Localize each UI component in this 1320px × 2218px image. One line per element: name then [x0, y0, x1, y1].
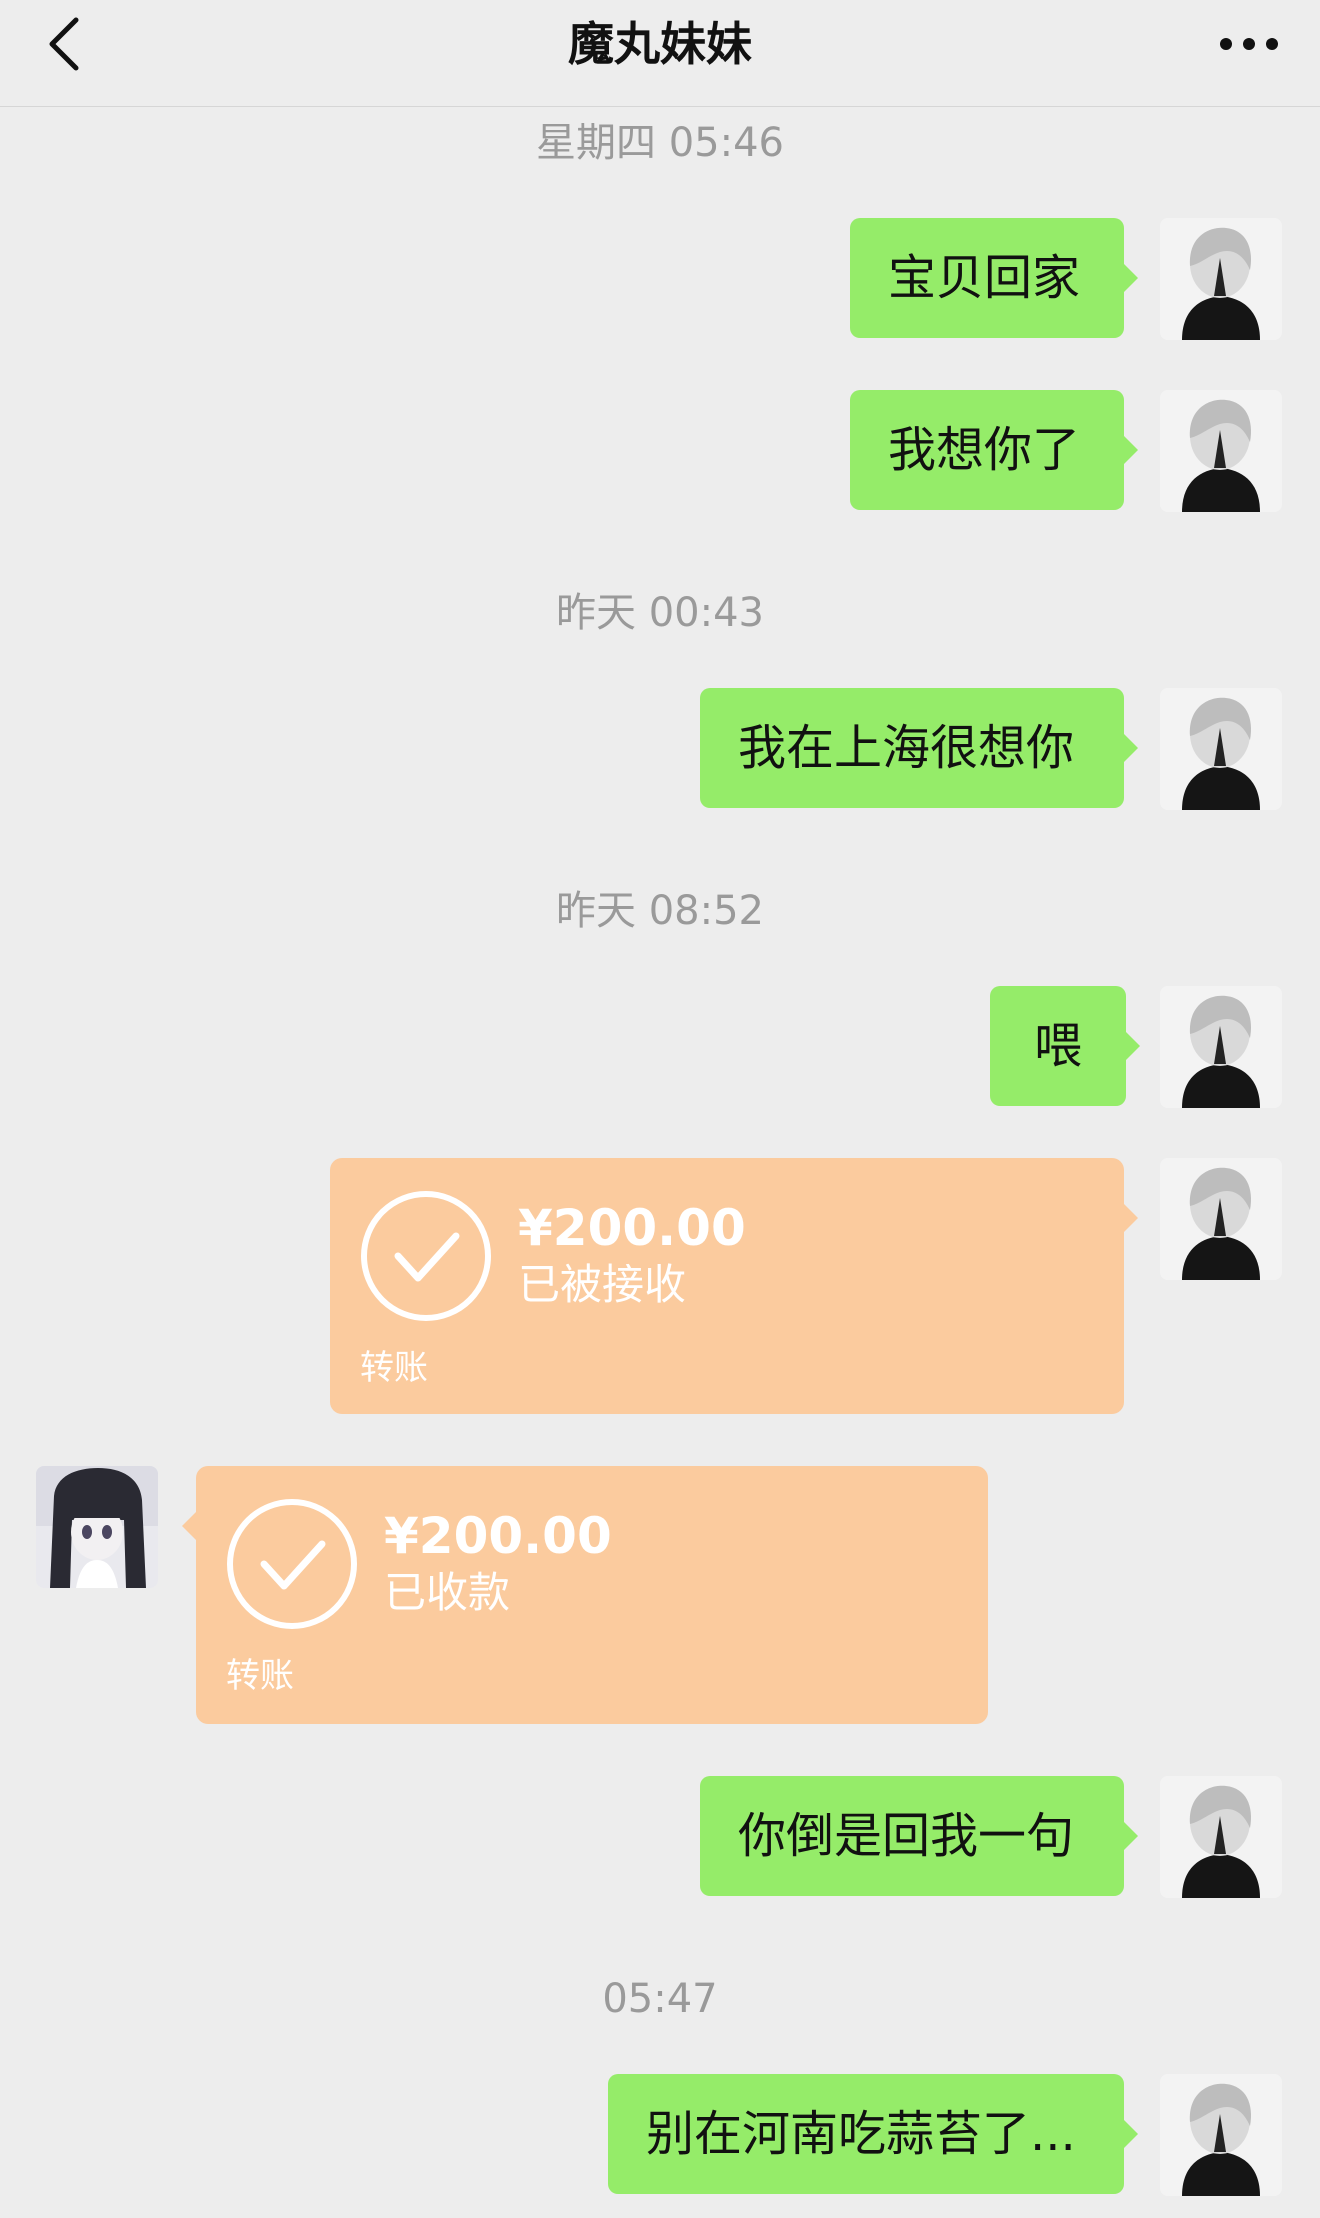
- check-circle-icon: [227, 1499, 357, 1629]
- transfer-label: 转账: [226, 1656, 294, 1696]
- message-bubble[interactable]: 别在河南吃蒜苔了...: [608, 2074, 1138, 2194]
- contact-avatar[interactable]: [36, 1466, 158, 1588]
- message-bubble[interactable]: 喂: [990, 986, 1140, 1106]
- my-avatar[interactable]: [1160, 390, 1282, 512]
- my-avatar-image: [1160, 2074, 1282, 2196]
- transfer-amount: ¥200.00: [384, 1507, 612, 1565]
- my-avatar[interactable]: [1160, 1158, 1282, 1280]
- message-bubble[interactable]: 我在上海很想你: [700, 688, 1138, 808]
- my-avatar-image: [1160, 986, 1282, 1108]
- timestamp: 昨天 00:43: [556, 590, 764, 636]
- chat-header: 魔丸妹妹: [0, 0, 1320, 107]
- transfer-amount: ¥200.00: [518, 1199, 746, 1257]
- my-avatar[interactable]: [1160, 218, 1282, 340]
- transfer-card-received[interactable]: ¥200.00 已收款 转账: [182, 1466, 988, 1724]
- transfer-card-sent[interactable]: ¥200.00 已被接收 转账: [330, 1158, 1138, 1414]
- my-avatar[interactable]: [1160, 2074, 1282, 2196]
- message-bubble[interactable]: 宝贝回家: [850, 218, 1138, 338]
- contact-avatar-image: [36, 1466, 158, 1588]
- timestamp: 05:47: [602, 1976, 718, 2022]
- check-circle-icon: [361, 1191, 491, 1321]
- my-avatar-image: [1160, 218, 1282, 340]
- message-bubble[interactable]: 我想你了: [850, 390, 1138, 510]
- my-avatar-image: [1160, 390, 1282, 512]
- my-avatar[interactable]: [1160, 986, 1282, 1108]
- my-avatar-image: [1160, 688, 1282, 810]
- timestamp: 昨天 08:52: [556, 888, 764, 934]
- chat-title: 魔丸妹妹: [568, 17, 752, 71]
- message-bubble[interactable]: 你倒是回我一句: [700, 1776, 1138, 1896]
- more-button[interactable]: [1214, 22, 1284, 66]
- timestamp: 星期四 05:46: [536, 120, 784, 166]
- my-avatar-image: [1160, 1158, 1282, 1280]
- my-avatar[interactable]: [1160, 1776, 1282, 1898]
- transfer-status: 已被接收: [518, 1260, 687, 1309]
- my-avatar-image: [1160, 1776, 1282, 1898]
- transfer-label: 转账: [360, 1348, 428, 1388]
- transfer-status: 已收款: [384, 1568, 511, 1617]
- my-avatar[interactable]: [1160, 688, 1282, 810]
- more-dots-icon: [1220, 38, 1278, 50]
